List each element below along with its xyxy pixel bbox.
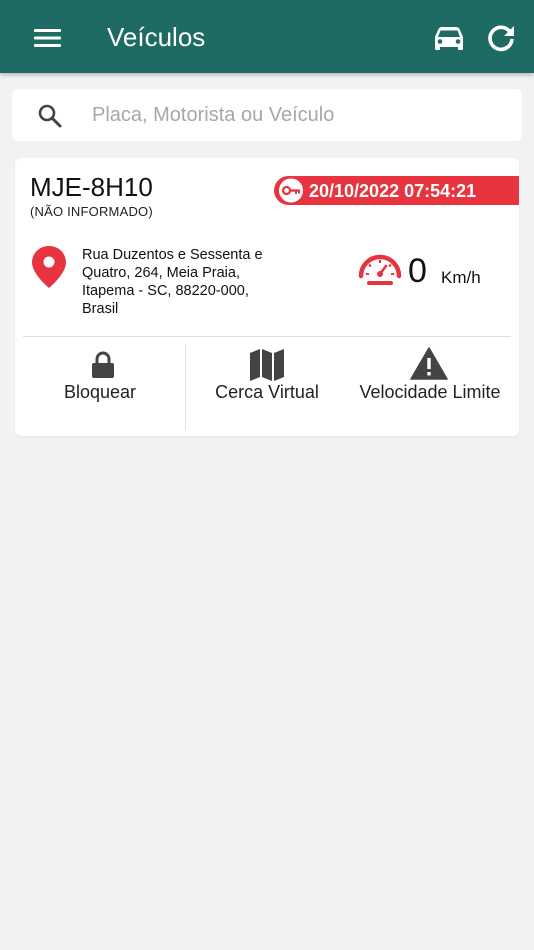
vehicle-speed: 0 — [408, 252, 427, 290]
speed-limit-button[interactable]: Velocidade Limite — [348, 344, 512, 430]
key-icon — [278, 178, 304, 203]
speedometer-icon — [355, 246, 405, 288]
vehicle-address: Rua Duzentos e Sessenta e Quatro, 264, M… — [82, 247, 263, 317]
app-bar: Veículos — [0, 0, 534, 73]
search-input[interactable] — [92, 97, 502, 133]
virtual-fence-label: Cerca Virtual — [215, 382, 319, 402]
vehicle-plate: MJE-8H10 — [30, 172, 153, 202]
block-label: Bloquear — [63, 382, 137, 402]
speed-limit-label: Velocidade Limite — [359, 382, 501, 402]
block-button[interactable]: Bloquear — [15, 344, 185, 430]
warning-icon — [410, 347, 448, 381]
last-update-datetime: 20/10/2022 07:54:21 — [309, 181, 477, 201]
divider — [23, 336, 511, 337]
page-title: Veículos — [107, 22, 206, 52]
speed-unit: Km/h — [441, 268, 481, 287]
refresh-icon[interactable] — [485, 22, 517, 54]
menu-icon[interactable] — [30, 24, 64, 52]
map-pin-icon — [29, 244, 69, 290]
lock-icon — [88, 350, 118, 380]
map-icon — [248, 348, 286, 382]
search-bar — [12, 89, 522, 141]
vehicle-card[interactable]: MJE-8H10 (NÃO INFORMADO) 20/10/2022 07:5… — [15, 158, 519, 436]
search-icon — [37, 103, 63, 129]
driver-name: (NÃO INFORMADO) — [30, 204, 153, 219]
last-update-badge: 20/10/2022 07:54:21 — [274, 176, 519, 205]
virtual-fence-button[interactable]: Cerca Virtual — [186, 344, 348, 430]
car-icon[interactable] — [430, 22, 468, 54]
